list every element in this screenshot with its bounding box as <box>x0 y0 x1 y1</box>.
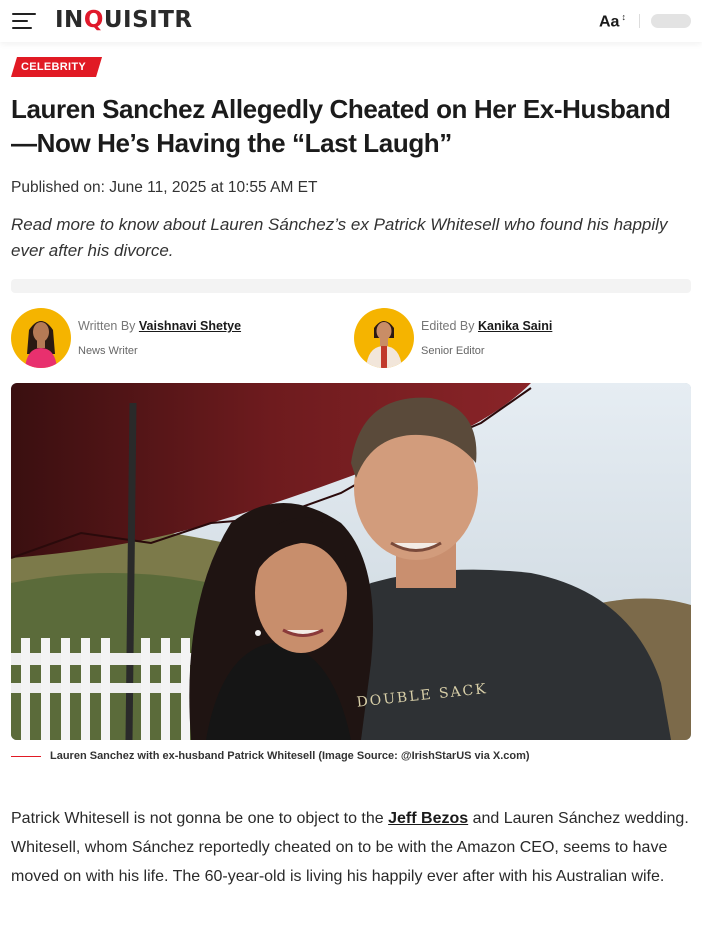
editor-byline: Edited By Kanika Saini <box>421 319 553 333</box>
site-logo[interactable]: INQUISITR <box>55 7 193 33</box>
writer-name-link[interactable]: Vaishnavi Shetye <box>139 319 241 333</box>
jeff-bezos-link[interactable]: Jeff Bezos <box>388 810 468 827</box>
caption-accent-line <box>11 755 41 757</box>
font-size-button[interactable]: Aa ↕ <box>599 12 626 31</box>
menu-icon[interactable] <box>12 13 36 29</box>
editor-role: Senior Editor <box>421 345 485 357</box>
article-paragraph: Patrick Whitesell is not gonna be one to… <box>11 810 689 885</box>
writer-avatar[interactable] <box>11 308 71 368</box>
dark-mode-toggle[interactable] <box>651 14 691 28</box>
separator-bar <box>11 279 691 293</box>
category-badge[interactable]: CELEBRITY <box>11 57 102 77</box>
writer-role: News Writer <box>78 345 138 357</box>
article-summary: Read more to know about Lauren Sánchez’s… <box>11 215 668 260</box>
editor-avatar[interactable] <box>354 308 414 368</box>
article-hero-image: DOUBLE SACK <box>11 383 691 740</box>
published-date: Published on: June 11, 2025 at 10:55 AM … <box>11 179 318 196</box>
writer-byline: Written By Vaishnavi Shetye <box>78 319 242 333</box>
font-size-arrow-icon: ↕ <box>621 12 626 22</box>
article-title: Lauren Sanchez Allegedly Cheated on Her … <box>11 94 671 158</box>
header-divider <box>639 14 640 28</box>
image-caption-row: Lauren Sanchez with ex-husband Patrick W… <box>11 750 691 762</box>
editor-name-link[interactable]: Kanika Saini <box>478 319 552 333</box>
image-caption: Lauren Sanchez with ex-husband Patrick W… <box>50 750 530 762</box>
top-navigation-bar: INQUISITR Aa ↕ <box>0 0 702 42</box>
